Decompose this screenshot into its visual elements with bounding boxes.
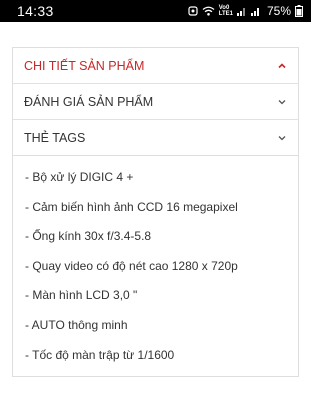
battery-level: 75% <box>266 4 291 18</box>
accordion-tags[interactable]: THẺ TAGS <box>13 120 298 155</box>
accordion-label: ĐÁNH GIÁ SẢN PHẨM <box>24 94 154 109</box>
product-specs-panel: - Bộ xử lý DIGIC 4 + - Cảm biến hình ảnh… <box>12 155 299 377</box>
chevron-down-icon <box>276 96 288 108</box>
spec-item: - Quay video có độ nét cao 1280 x 720p <box>25 258 238 273</box>
spec-item: - Màn hình LCD 3,0 " <box>25 288 138 303</box>
battery-icon <box>295 5 303 17</box>
accordion-label: CHI TIẾT SẢN PHẨM <box>24 58 145 73</box>
spec-item: - Ống kính 30x f/3.4-5.8 <box>25 229 152 244</box>
chevron-down-icon <box>276 132 288 144</box>
volte-indicator: Vo0 LTE1 <box>218 5 233 17</box>
notification-icon <box>188 6 198 16</box>
product-accordion: CHI TIẾT SẢN PHẨM ĐÁNH GIÁ SẢN PHẨM THẺ … <box>12 47 299 156</box>
wifi-icon <box>202 6 215 16</box>
accordion-label: THẺ TAGS <box>24 130 86 145</box>
status-time: 14:33 <box>17 3 54 19</box>
signal-icon-1 <box>236 6 247 16</box>
accordion-product-details[interactable]: CHI TIẾT SẢN PHẨM <box>13 48 298 84</box>
spec-item: - Bộ xử lý DIGIC 4 + <box>25 170 134 184</box>
spec-item: - Tốc độ màn trập từ 1/1600 <box>25 347 175 362</box>
signal-icon-2 <box>250 6 261 16</box>
spec-item: - AUTO thông minh <box>25 317 128 332</box>
status-bar: 14:33 Vo0 LTE1 75% <box>0 0 311 22</box>
chevron-up-icon <box>276 60 288 72</box>
spec-item: - Cảm biến hình ảnh CCD 16 megapixel <box>25 199 238 214</box>
accordion-product-reviews[interactable]: ĐÁNH GIÁ SẢN PHẨM <box>13 84 298 120</box>
